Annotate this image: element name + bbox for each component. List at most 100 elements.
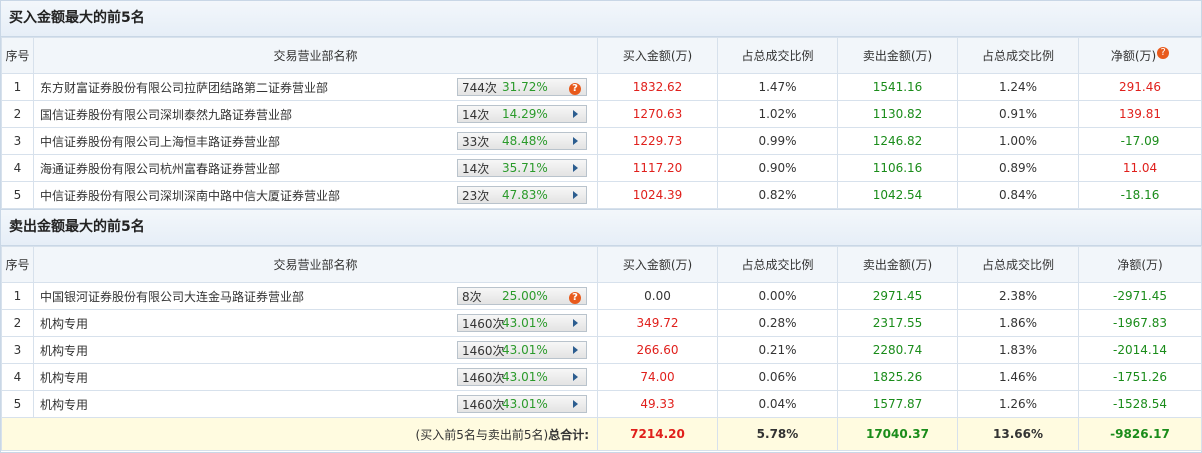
appear-count: 744次 [462, 80, 497, 95]
net-amount: -1528.54 [1078, 390, 1202, 418]
stats-expand-button[interactable] [564, 134, 586, 148]
branch-name[interactable]: 机构专用 [40, 315, 88, 332]
branch-name[interactable]: 国信证券股份有限公司深圳泰然九路证券营业部 [40, 106, 292, 123]
win-rate: 25.00% [502, 289, 548, 303]
branch-stats-box[interactable]: 33次 48.48% [457, 132, 587, 150]
stats-expand-button[interactable] [564, 188, 586, 202]
stats-expand-button[interactable] [564, 397, 586, 411]
question-icon[interactable]: ? [1157, 47, 1170, 59]
branch-stats-box[interactable]: 14次 14.29% [457, 105, 587, 123]
net-amount: 291.46 [1078, 73, 1202, 101]
total-label-bold: 总合计: [548, 427, 589, 442]
arrow-right-icon[interactable] [572, 319, 578, 327]
col-buy-ratio: 占总成交比例 [717, 37, 838, 74]
stats-expand-button[interactable] [564, 107, 586, 121]
branch-name[interactable]: 东方财富证券股份有限公司拉萨团结路第二证券营业部 [40, 79, 328, 96]
branch-stats-box[interactable]: 1460次 43.01% [457, 395, 587, 413]
stats-expand-button[interactable] [564, 161, 586, 175]
win-rate: 31.72% [502, 80, 548, 94]
net-amount: -1967.83 [1078, 309, 1202, 337]
sell-amount: 2317.55 [837, 309, 958, 337]
col-sell-ratio: 占总成交比例 [957, 37, 1079, 74]
buy-ratio: 0.06% [717, 363, 838, 391]
sell-amount: 1577.87 [837, 390, 958, 418]
buy-amount: 1024.39 [597, 181, 718, 209]
sell-table: 序号 交易营业部名称 买入金额(万) 占总成交比例 卖出金额(万) 占总成交比例… [1, 246, 1202, 451]
sell-ratio: 1.46% [957, 363, 1079, 391]
branch-name[interactable]: 中国银河证券股份有限公司大连金马路证券营业部 [40, 288, 304, 305]
branch-name[interactable]: 海通证券股份有限公司杭州富春路证券营业部 [40, 160, 280, 177]
table-row: 4 机构专用 1460次 43.01% 74.00 0.06% 1825.26 1.46% -1… [1, 363, 1202, 391]
question-icon[interactable]: ? [569, 82, 581, 95]
arrow-right-icon[interactable] [572, 373, 578, 381]
buy-amount: 0.00 [597, 282, 718, 310]
table-row: 1 中国银河证券股份有限公司大连金马路证券营业部 8次 25.00%? 0.00 0.00… [1, 282, 1202, 310]
win-rate: 47.83% [502, 188, 548, 202]
appear-count: 1460次 [462, 370, 505, 385]
col-buy-amount: 买入金额(万) [597, 246, 718, 283]
sell-ratio: 1.00% [957, 127, 1079, 155]
net-amount: -1751.26 [1078, 363, 1202, 391]
total-sell: 17040.37 [837, 417, 958, 451]
branch-cell: 机构专用 1460次 43.01% [33, 309, 598, 337]
stats-expand-button[interactable] [564, 343, 586, 357]
sell-ratio: 1.26% [957, 390, 1079, 418]
branch-cell: 机构专用 1460次 43.01% [33, 336, 598, 364]
branch-cell: 中信证券股份有限公司上海恒丰路证券营业部 33次 48.48% [33, 127, 598, 155]
buy-amount: 49.33 [597, 390, 718, 418]
arrow-right-icon[interactable] [572, 346, 578, 354]
table-row: 4 海通证券股份有限公司杭州富春路证券营业部 14次 35.71% 1117.20 0.9… [1, 154, 1202, 182]
branch-stats-box[interactable]: 23次 47.83% [457, 186, 587, 204]
stats-expand-button[interactable] [564, 370, 586, 384]
total-net: -9826.17 [1078, 417, 1202, 451]
branch-name[interactable]: 中信证券股份有限公司上海恒丰路证券营业部 [40, 133, 280, 150]
branch-stats-box[interactable]: 8次 25.00%? [457, 287, 587, 305]
branch-stats-box[interactable]: 744次 31.72%? [457, 78, 587, 96]
arrow-right-icon[interactable] [572, 164, 578, 172]
row-index: 5 [1, 390, 34, 418]
total-sell-ratio: 13.66% [957, 417, 1079, 451]
col-index: 序号 [1, 37, 34, 74]
net-amount: 11.04 [1078, 154, 1202, 182]
arrow-right-icon[interactable] [572, 137, 578, 145]
stats-expand-button[interactable] [564, 316, 586, 330]
buy-ratio: 1.02% [717, 100, 838, 128]
table-row: 2 国信证券股份有限公司深圳泰然九路证券营业部 14次 14.29% 1270.63 1.… [1, 100, 1202, 128]
branch-stats-box[interactable]: 14次 35.71% [457, 159, 587, 177]
branch-name[interactable]: 机构专用 [40, 342, 88, 359]
arrow-right-icon[interactable] [572, 400, 578, 408]
question-icon[interactable]: ? [569, 291, 581, 304]
branch-cell: 海通证券股份有限公司杭州富春路证券营业部 14次 35.71% [33, 154, 598, 182]
branch-name[interactable]: 机构专用 [40, 369, 88, 386]
sell-amount: 1246.82 [837, 127, 958, 155]
stats-expand-button[interactable]: ? [564, 289, 586, 304]
row-index: 1 [1, 282, 34, 310]
buy-ratio: 0.00% [717, 282, 838, 310]
sell-table-body: 1 中国银河证券股份有限公司大连金马路证券营业部 8次 25.00%? 0.00 0.00… [1, 282, 1202, 418]
total-row: (买入前5名与卖出前5名)总合计: 7214.20 5.78% 17040.37… [1, 417, 1202, 451]
sell-header-row: 序号 交易营业部名称 买入金额(万) 占总成交比例 卖出金额(万) 占总成交比例… [1, 246, 1202, 283]
arrow-right-icon[interactable] [572, 191, 578, 199]
arrow-right-icon[interactable] [572, 110, 578, 118]
buy-amount: 349.72 [597, 309, 718, 337]
col-branch-name: 交易营业部名称 [33, 246, 598, 283]
sell-amount: 1825.26 [837, 363, 958, 391]
branch-name[interactable]: 中信证券股份有限公司深圳深南中路中信大厦证券营业部 [40, 187, 340, 204]
row-index: 4 [1, 154, 34, 182]
stats-expand-button[interactable]: ? [564, 80, 586, 95]
col-sell-amount: 卖出金额(万) [837, 246, 958, 283]
branch-stats-box[interactable]: 1460次 43.01% [457, 368, 587, 386]
col-buy-ratio: 占总成交比例 [717, 246, 838, 283]
appear-count: 8次 [462, 289, 482, 304]
row-index: 1 [1, 73, 34, 101]
branch-stats-box[interactable]: 1460次 43.01% [457, 341, 587, 359]
row-index: 2 [1, 100, 34, 128]
row-index: 2 [1, 309, 34, 337]
branch-name[interactable]: 机构专用 [40, 396, 88, 413]
appear-count: 14次 [462, 107, 490, 122]
buy-ratio: 0.04% [717, 390, 838, 418]
sell-ratio: 0.91% [957, 100, 1079, 128]
buy-ratio: 1.47% [717, 73, 838, 101]
buy-section-title: 买入金额最大的前5名 [1, 1, 1201, 37]
branch-stats-box[interactable]: 1460次 43.01% [457, 314, 587, 332]
